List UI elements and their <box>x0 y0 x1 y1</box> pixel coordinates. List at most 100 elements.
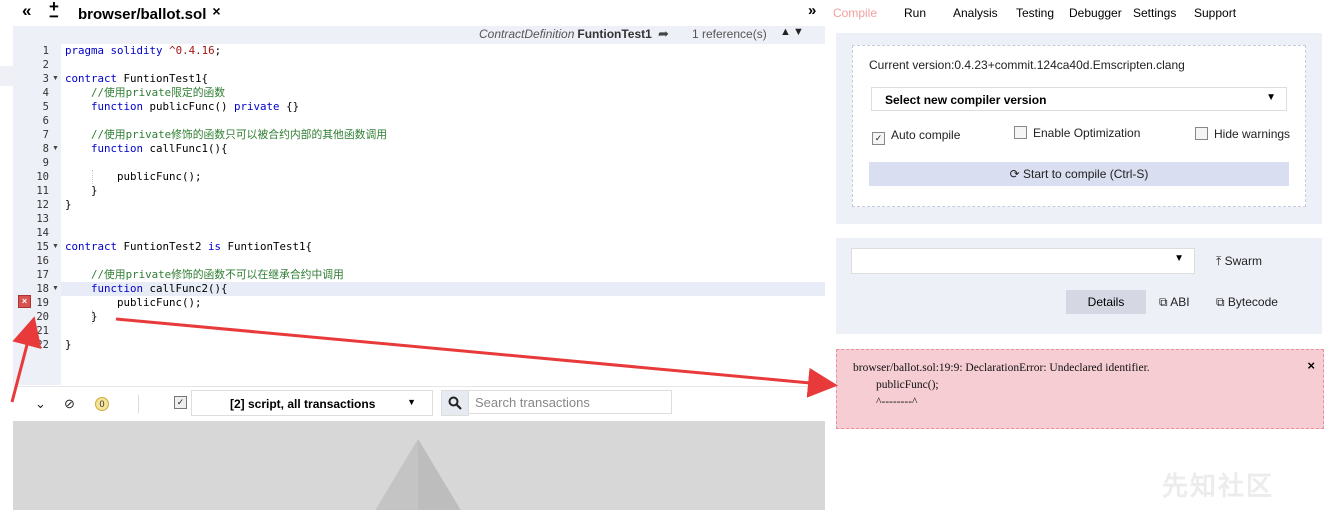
transaction-filter-select[interactable]: [2] script, all transactions ▼ <box>191 390 433 416</box>
context-label: ContractDefinition <box>479 27 575 41</box>
tab-analysis[interactable]: Analysis <box>953 6 998 20</box>
tab-testing[interactable]: Testing <box>1016 6 1054 20</box>
optimization-checkbox[interactable] <box>1014 126 1027 139</box>
code-comment-line: //使用private修饰的函数不可以在继承合约中调用 <box>65 268 344 281</box>
next-reference-icon[interactable]: ▼ <box>793 26 804 38</box>
swarm-button[interactable]: ⤒ Swarm <box>1216 254 1262 269</box>
line-number: 22 <box>36 339 49 351</box>
close-error-icon[interactable]: × <box>1307 358 1315 373</box>
references-count: 1 reference(s) <box>692 27 767 41</box>
compile-button[interactable]: ⟳ Start to compile (Ctrl-S) <box>869 162 1289 186</box>
tab-debugger[interactable]: Debugger <box>1069 6 1122 20</box>
terminal-toolbar: ⌄ ⊘ 0 ✓ [2] script, all transactions ▼ <box>13 386 825 421</box>
close-tab-icon[interactable]: × <box>212 0 220 22</box>
line-number: 8 <box>42 143 49 155</box>
auto-compile-option[interactable]: ✓ Auto compile <box>872 128 960 145</box>
transaction-filter-value: [2] script, all transactions <box>230 397 376 411</box>
line-number: 10 <box>36 171 49 183</box>
hide-warnings-checkbox[interactable] <box>1195 127 1208 140</box>
code-comment-line: //使用private修饰的函数只可以被合约内部的其他函数调用 <box>65 128 388 141</box>
compiler-version-select[interactable]: Select new compiler version ▼ <box>871 87 1287 111</box>
listen-network-checkbox[interactable]: ✓ <box>174 396 187 409</box>
line-number: 20 <box>36 311 49 323</box>
copy-icon: ⧉ <box>1216 295 1228 309</box>
tab-support[interactable]: Support <box>1194 6 1236 20</box>
clear-console-icon[interactable]: ⊘ <box>64 396 75 412</box>
right-panel: Compile Run Analysis Testing Debugger Se… <box>826 0 1336 510</box>
code-line-error: publicFunc(); <box>65 296 202 309</box>
terminal-output[interactable] <box>13 421 825 510</box>
abi-label: ABI <box>1170 295 1190 309</box>
editor-tab-bar: « + − browser/ballot.sol × » <box>13 0 825 26</box>
file-tab[interactable]: browser/ballot.sol × <box>78 0 227 26</box>
collapse-right-panel-icon[interactable]: » <box>808 1 816 21</box>
fold-icon[interactable]: ▼ <box>52 240 59 254</box>
code-area[interactable]: pragma solidity ^0.4.16; contract Funtio… <box>61 44 825 385</box>
code-line: function callFunc1(){ <box>91 142 228 155</box>
code-line: function publicFunc() private {} <box>91 100 300 113</box>
code-line: } <box>65 184 98 197</box>
watermark-text: 先知社区 <box>1162 471 1275 501</box>
previous-reference-icon[interactable]: ▲ <box>780 26 791 38</box>
line-number: 12 <box>36 199 49 211</box>
code-line: } <box>65 338 72 351</box>
toggle-terminal-icon[interactable]: ⌄ <box>35 396 46 412</box>
chevron-down-icon: ▼ <box>1266 92 1276 103</box>
tab-settings[interactable]: Settings <box>1133 6 1176 20</box>
details-button[interactable]: Details <box>1066 290 1146 314</box>
tab-compile[interactable]: Compile <box>833 6 877 20</box>
pending-transactions-badge: 0 <box>95 397 109 411</box>
refresh-icon: ⟳ <box>1009 167 1024 181</box>
swarm-label: Swarm <box>1224 254 1262 268</box>
jump-to-definition-icon[interactable]: ➦ <box>658 26 669 42</box>
line-number: 15 <box>36 241 49 253</box>
optimization-option[interactable]: Enable Optimization <box>1014 126 1140 140</box>
search-button[interactable] <box>441 390 469 416</box>
right-panel-tabs: Compile Run Analysis Testing Debugger Se… <box>826 0 1336 26</box>
remix-logo-shade <box>418 439 463 510</box>
fold-icon[interactable]: ▼ <box>52 142 59 156</box>
bytecode-label: Bytecode <box>1227 295 1278 309</box>
contract-section: ▼ ⤒ Swarm Details ⧉ ABI ⧉ Bytecode <box>836 238 1322 334</box>
line-number-gutter: 1 2 3 ▼ 4 5 6 7 8 ▼ 9 10 11 12 13 14 15 … <box>13 44 61 385</box>
bytecode-button[interactable]: ⧉ Bytecode <box>1216 295 1278 310</box>
auto-compile-checkbox[interactable]: ✓ <box>872 132 885 145</box>
code-line: function callFunc2(){ <box>91 282 228 295</box>
copy-icon: ⧉ <box>1159 295 1171 309</box>
line-number: 11 <box>36 185 49 197</box>
line-number: 19 <box>36 297 49 309</box>
search-transactions-input[interactable] <box>468 390 672 414</box>
fold-icon[interactable]: ▼ <box>52 282 59 296</box>
code-line: publicFunc(); <box>65 170 202 183</box>
line-number: 21 <box>36 325 49 337</box>
compiler-section: Current version:0.4.23+commit.124ca40d.E… <box>836 33 1322 224</box>
line-number: 6 <box>42 115 49 127</box>
abi-button[interactable]: ⧉ ABI <box>1159 295 1190 310</box>
line-number: 16 <box>36 255 49 267</box>
fold-icon[interactable]: ▼ <box>52 72 59 86</box>
code-editor[interactable]: ContractDefinition FuntionTest1 ➦ 1 refer… <box>13 26 825 385</box>
hide-warnings-option[interactable]: Hide warnings <box>1195 127 1290 141</box>
editor-context-bar: ContractDefinition FuntionTest1 ➦ 1 refer… <box>13 26 825 44</box>
hide-warnings-label: Hide warnings <box>1214 127 1291 141</box>
search-icon <box>448 396 462 410</box>
left-rail <box>0 0 13 510</box>
chevron-down-icon: ▼ <box>407 397 416 407</box>
contract-select[interactable]: ▼ <box>851 248 1195 274</box>
zoom-out-icon[interactable]: − <box>49 7 59 27</box>
collapse-file-panel-icon[interactable]: « <box>22 1 31 21</box>
optimization-label: Enable Optimization <box>1033 126 1141 140</box>
line-number: 7 <box>42 129 49 141</box>
rail-marker <box>0 66 13 86</box>
line-number: 13 <box>36 213 49 225</box>
context-definition: ContractDefinition FuntionTest1 <box>479 27 652 41</box>
line-number: 9 <box>42 157 49 169</box>
compile-error-message[interactable]: browser/ballot.sol:19:9: DeclarationErro… <box>836 349 1324 429</box>
line-number: 1 <box>42 45 49 57</box>
context-name[interactable]: FuntionTest1 <box>577 27 651 41</box>
line-number: 17 <box>36 269 49 281</box>
code-line: contract FuntionTest2 is FuntionTest1{ <box>65 240 313 253</box>
code-line: contract FuntionTest1{ <box>65 72 209 85</box>
compiler-version-value: Select new compiler version <box>885 93 1047 107</box>
tab-run[interactable]: Run <box>904 6 926 20</box>
